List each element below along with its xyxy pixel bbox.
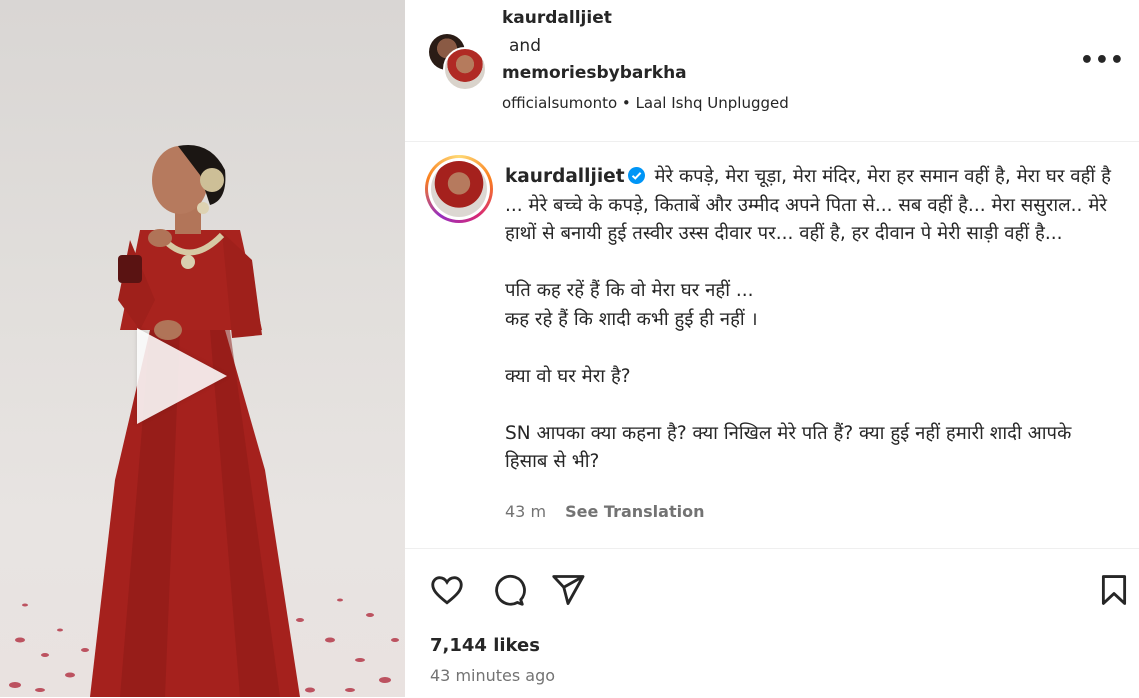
caption-avatar [431, 161, 487, 217]
more-icon[interactable]: ••• [1080, 48, 1125, 73]
caption-line: पति कह रहें हैं कि वो मेरा घर नहीं ... [505, 280, 754, 301]
caption-avatar-ring[interactable] [425, 155, 493, 223]
caption-username[interactable]: kaurdalljiet [505, 166, 625, 187]
caption-line: कह रहे हैं कि शादी कभी हुई ही नहीं । [505, 308, 758, 330]
post-caption: kaurdalljiet मेरे कपड़े, मेरा चूड़ा, मेर… [505, 163, 1117, 477]
likes-count[interactable]: 7,144 likes [430, 635, 540, 656]
share-icon[interactable] [550, 572, 586, 608]
action-bar: 7,144 likes 43 minutes ago [405, 548, 1139, 698]
verified-icon [627, 167, 645, 184]
post-media[interactable] [0, 0, 405, 697]
see-translation-link[interactable]: See Translation [565, 502, 704, 521]
author-username[interactable]: kaurdalljiet [502, 8, 612, 28]
bookmark-icon[interactable] [1097, 572, 1131, 608]
post-panel: kaurdalljiet and memoriesbybarkha offici… [405, 0, 1139, 697]
caption-time: 43 m [505, 502, 547, 521]
play-icon[interactable] [137, 328, 227, 424]
audio-title[interactable]: Laal Ishq Unplugged [636, 94, 789, 112]
audio-separator: • [621, 94, 631, 112]
post-header: kaurdalljiet and memoriesbybarkha offici… [405, 0, 1139, 142]
and-connector: and [509, 36, 541, 56]
caption-line: SN आपका क्या कहना है? क्या निखिल मेरे पत… [505, 422, 1072, 473]
audio-artist[interactable]: officialsumonto [502, 94, 617, 112]
caption-meta: 43 m See Translation [505, 502, 704, 521]
comment-icon[interactable] [490, 572, 526, 608]
collab-username[interactable]: memoriesbybarkha [502, 63, 687, 83]
post-timestamp: 43 minutes ago [430, 666, 556, 685]
caption-line: क्या वो घर मेरा है? [505, 365, 631, 387]
heart-icon[interactable] [429, 572, 465, 608]
collab-avatar[interactable] [443, 47, 487, 91]
audio-info: officialsumonto • Laal Ishq Unplugged [502, 94, 789, 112]
